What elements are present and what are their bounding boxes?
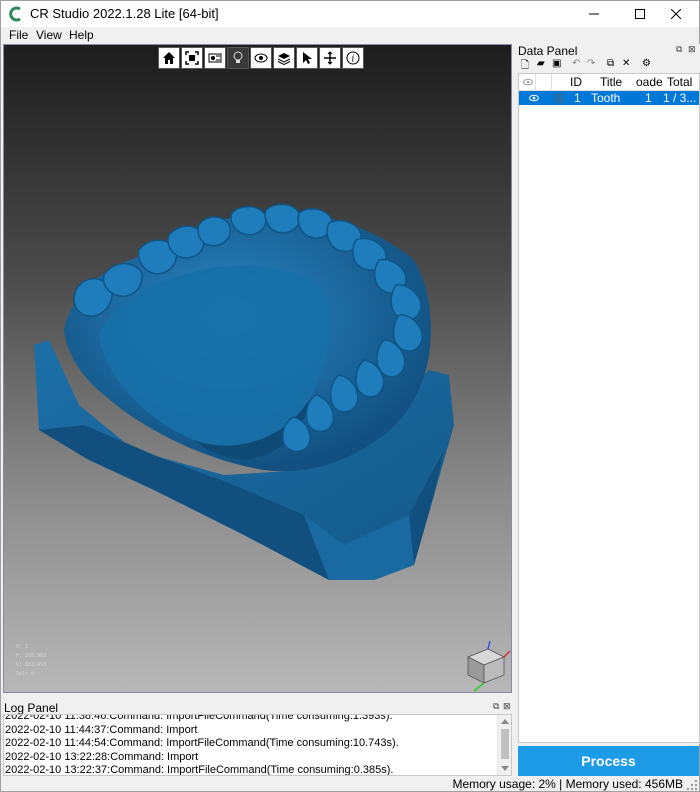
column-divider (551, 74, 552, 91)
stats-line: F: 376,982 (16, 653, 47, 659)
eye-icon (254, 53, 268, 63)
column-divider (535, 74, 536, 91)
app-window: CR Studio 2022.1.28 Lite [64-bit] File V… (0, 0, 700, 792)
maximize-icon (635, 9, 645, 19)
visible-eye-icon[interactable] (529, 94, 539, 102)
app-logo-icon (9, 6, 21, 22)
close-button[interactable] (653, 1, 699, 27)
menu-file[interactable]: File (9, 28, 28, 42)
log-lines: 2022-02-10 11:38:46:Command: ImportFileC… (5, 714, 399, 776)
layers-icon (277, 53, 291, 65)
menu-bar: File View Help (1, 27, 699, 43)
scan-view-icon (208, 53, 222, 63)
log-output[interactable]: 2022-02-10 11:38:46:Command: ImportFileC… (3, 714, 512, 776)
undo-icon[interactable]: ↶ (572, 58, 580, 69)
svg-text:i: i (352, 55, 355, 65)
scroll-up-icon[interactable] (501, 718, 509, 724)
log-line: 2022-02-10 11:38:46:Command: ImportFileC… (5, 714, 393, 722)
column-total[interactable]: Total (667, 75, 692, 89)
settings-gear-icon[interactable]: ⚙ (642, 58, 651, 69)
orientation-cube-icon[interactable] (454, 637, 512, 693)
row-id: 1 (574, 91, 581, 105)
menu-view[interactable]: View (36, 28, 62, 42)
home-button[interactable] (158, 47, 180, 69)
log-line: 2022-02-10 13:22:37:Command: ImportFileC… (5, 764, 394, 776)
select-button[interactable] (296, 47, 318, 69)
log-scrollbar[interactable] (497, 715, 511, 775)
light-button[interactable] (227, 47, 249, 69)
visibility-button[interactable] (250, 47, 272, 69)
align-button[interactable] (319, 47, 341, 69)
redo-icon[interactable]: ↷ (587, 58, 595, 69)
column-title[interactable]: Title (600, 75, 622, 89)
data-panel-toolbar: 🗋 ▰ ▣ ↶ ↷ ⧉ ✕ ⚙ (516, 58, 700, 72)
process-button[interactable]: Process (518, 746, 699, 776)
fit-view-icon (185, 51, 199, 65)
scan-view-button[interactable] (204, 47, 226, 69)
3d-viewport[interactable]: i 0: 1 F: 376,982 V: 183,493 Sel: 0 (3, 44, 512, 693)
scroll-down-icon[interactable] (501, 766, 509, 772)
stats-line: 0: 1 (16, 644, 29, 650)
log-line: 2022-02-10 11:44:37:Command: Import (5, 723, 198, 736)
column-loaded[interactable]: oade (636, 75, 663, 89)
title-bar: CR Studio 2022.1.28 Lite [64-bit] (1, 1, 699, 27)
menu-help[interactable]: Help (69, 28, 94, 42)
visibility-column-icon (523, 78, 533, 86)
stats-line: Sel: 0 (16, 671, 35, 677)
light-icon (233, 51, 243, 63)
model-stats: 0: 1 F: 376,982 V: 183,493 Sel: 0 (16, 643, 46, 679)
float-log-icon[interactable]: ⧉ (493, 701, 499, 712)
row-loaded: 1 (645, 91, 652, 105)
minimize-icon (589, 13, 599, 15)
duplicate-icon[interactable]: ⧉ (607, 58, 614, 69)
close-icon (671, 9, 681, 19)
data-table-header: ID Title oade Total (519, 74, 699, 91)
data-panel: Data Panel ⧉ ⊠ 🗋 ▰ ▣ ↶ ↷ ⧉ ✕ ⚙ ID Title … (516, 44, 700, 744)
data-panel-title: Data Panel (518, 44, 578, 58)
scroll-thumb[interactable] (501, 729, 509, 759)
minimize-button[interactable] (571, 1, 617, 27)
float-panel-icon[interactable]: ⧉ (676, 44, 682, 55)
memory-status: Memory usage: 2% | Memory used: 456MB (452, 777, 683, 791)
status-bar: Memory usage: 2% | Memory used: 456MB (1, 776, 699, 792)
layers-button[interactable] (273, 47, 295, 69)
window-title: CR Studio 2022.1.28 Lite [64-bit] (30, 6, 219, 21)
data-table: ID Title oade Total 1 Tooth 1 1 / 3... (518, 73, 700, 743)
align-icon (324, 51, 336, 65)
save-icon[interactable]: ▣ (552, 58, 561, 69)
log-line: 2022-02-10 11:44:54:Command: ImportFileC… (5, 737, 399, 749)
color-swatch (554, 93, 564, 103)
resize-grip-icon[interactable] (687, 780, 697, 790)
pointer-icon (303, 52, 312, 64)
close-log-icon[interactable]: ⊠ (503, 701, 511, 712)
open-folder-icon[interactable]: ▰ (537, 58, 545, 69)
view-toolbar: i (158, 47, 365, 69)
column-id[interactable]: ID (570, 75, 582, 89)
info-icon: i (346, 51, 360, 65)
log-panel-title: Log Panel (4, 701, 59, 715)
row-title: Tooth (591, 91, 621, 105)
fit-view-button[interactable] (181, 47, 203, 69)
info-button[interactable]: i (342, 47, 364, 69)
home-icon (163, 52, 175, 64)
delete-icon[interactable]: ✕ (622, 58, 630, 69)
log-line: 2022-02-10 13:22:28:Command: Import (5, 750, 199, 763)
data-row-tooth[interactable]: 1 Tooth 1 1 / 3... (519, 91, 699, 105)
close-panel-icon[interactable]: ⊠ (688, 44, 696, 55)
row-total: 1 / 3... (663, 91, 697, 105)
tooth-model[interactable] (4, 45, 512, 693)
stats-line: V: 183,493 (16, 662, 47, 668)
